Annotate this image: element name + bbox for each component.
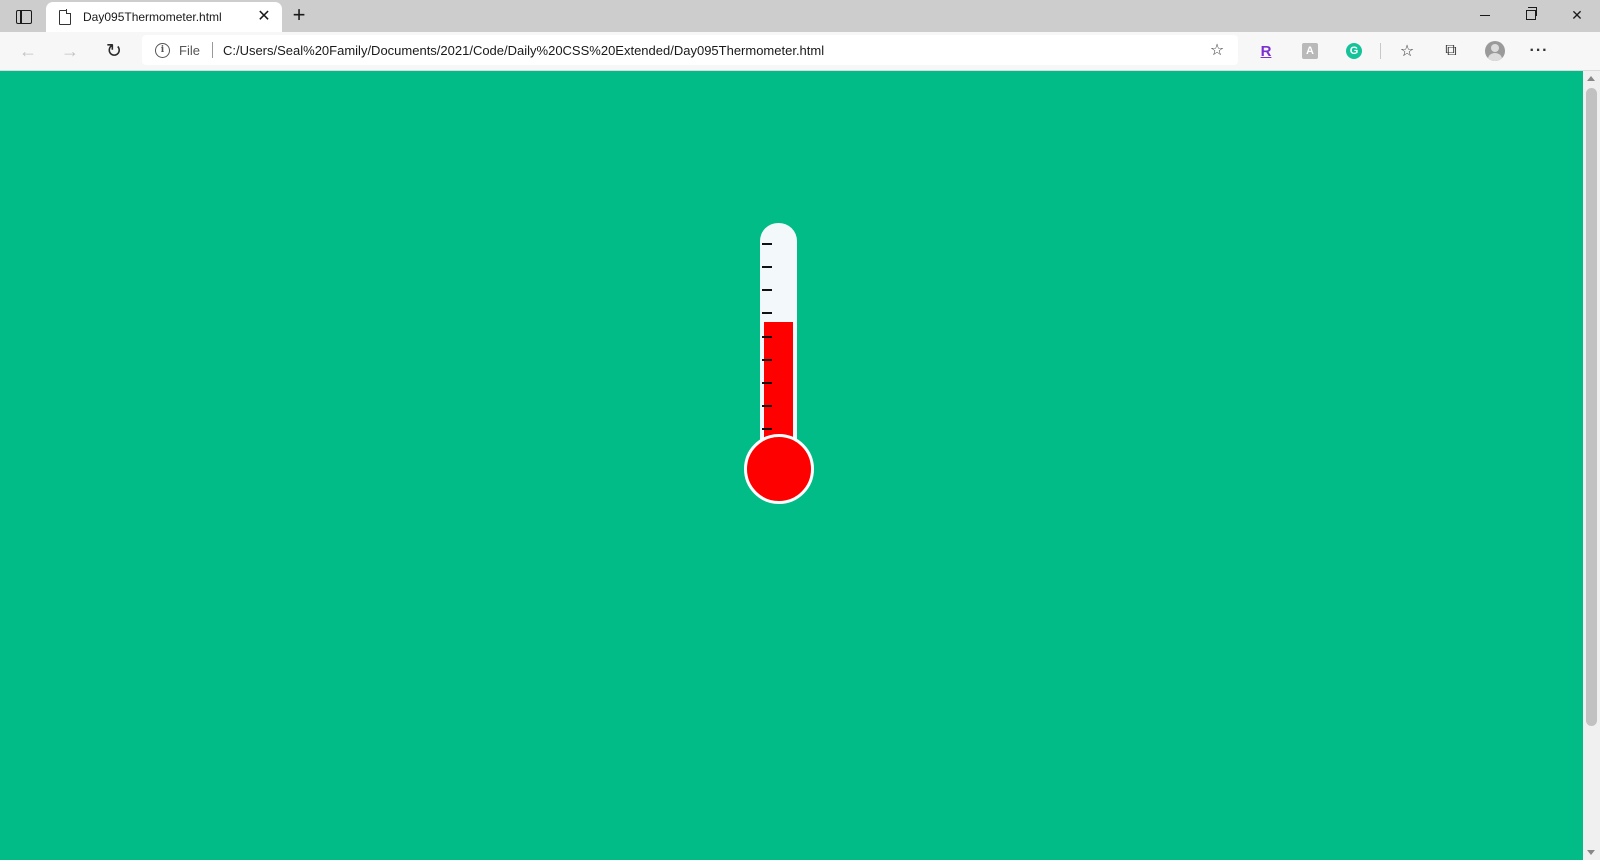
- favorites-button[interactable]: ☆: [1385, 36, 1429, 66]
- thermometer-tick: [762, 312, 772, 315]
- close-window-button[interactable]: ✕: [1554, 0, 1600, 30]
- grammarly-icon: G: [1346, 43, 1362, 59]
- info-icon[interactable]: i: [155, 42, 170, 58]
- thermometer-tick: [762, 428, 772, 430]
- thermometer-tick: [762, 266, 772, 269]
- thermometer-bulb: [744, 434, 814, 504]
- url-text[interactable]: C:/Users/Seal%20Family/Documents/2021/Co…: [223, 43, 1202, 58]
- thermometer-tick: [762, 335, 772, 338]
- page-viewport: [0, 71, 1583, 860]
- address-bar[interactable]: i File C:/Users/Seal%20Family/Documents/…: [142, 35, 1238, 65]
- tab-strip: Day095Thermometer.html ✕ + ✕: [0, 0, 1600, 32]
- browser-toolbar: ← → ↻ i File C:/Users/Seal%20Family/Docu…: [0, 32, 1600, 71]
- restore-icon: [1526, 7, 1537, 20]
- back-button[interactable]: ←: [13, 36, 43, 66]
- forward-button[interactable]: →: [55, 36, 85, 66]
- extension-square-icon: A: [1302, 43, 1318, 59]
- avatar: [1485, 41, 1505, 61]
- thermometer-tick: [762, 381, 772, 384]
- more-menu-button[interactable]: ···: [1517, 36, 1561, 66]
- window-controls: ✕: [1462, 0, 1600, 30]
- new-tab-button[interactable]: +: [288, 4, 310, 26]
- tab-actions-button[interactable]: [8, 6, 40, 28]
- scrollbar-thumb[interactable]: [1586, 88, 1597, 726]
- refresh-button[interactable]: ↻: [99, 36, 129, 66]
- profile-button[interactable]: [1473, 36, 1517, 66]
- thermometer-tick: [762, 358, 772, 361]
- extension-square-button[interactable]: A: [1288, 36, 1332, 66]
- tab-title: Day095Thermometer.html: [83, 10, 222, 24]
- grammarly-button[interactable]: G: [1332, 36, 1376, 66]
- address-divider: [211, 42, 213, 58]
- extension-r-button[interactable]: R: [1244, 36, 1288, 66]
- restore-button[interactable]: [1508, 0, 1554, 30]
- add-favorite-button[interactable]: ☆: [1202, 35, 1232, 65]
- thermometer-tick: [762, 404, 772, 407]
- tab-active[interactable]: Day095Thermometer.html ✕: [46, 2, 282, 32]
- vertical-scrollbar[interactable]: [1583, 71, 1600, 860]
- page-icon: [59, 9, 72, 25]
- minimize-icon: [1480, 14, 1490, 16]
- toolbar-icons: R A G ☆ ⧉ ···: [1244, 36, 1561, 66]
- tab-close-button[interactable]: ✕: [254, 7, 274, 27]
- thermometer-tick: [762, 243, 772, 245]
- minimize-button[interactable]: [1462, 0, 1508, 30]
- collections-button[interactable]: ⧉: [1429, 36, 1473, 66]
- scheme-label: File: [179, 42, 200, 58]
- scroll-up-arrow[interactable]: [1587, 76, 1595, 81]
- thermometer-tick: [762, 289, 772, 292]
- scroll-down-arrow[interactable]: [1587, 850, 1595, 855]
- tab-actions-icon: [16, 10, 32, 24]
- toolbar-separator: [1380, 43, 1381, 59]
- thermometer: [0, 71, 1583, 860]
- extension-r-icon: R: [1260, 42, 1272, 60]
